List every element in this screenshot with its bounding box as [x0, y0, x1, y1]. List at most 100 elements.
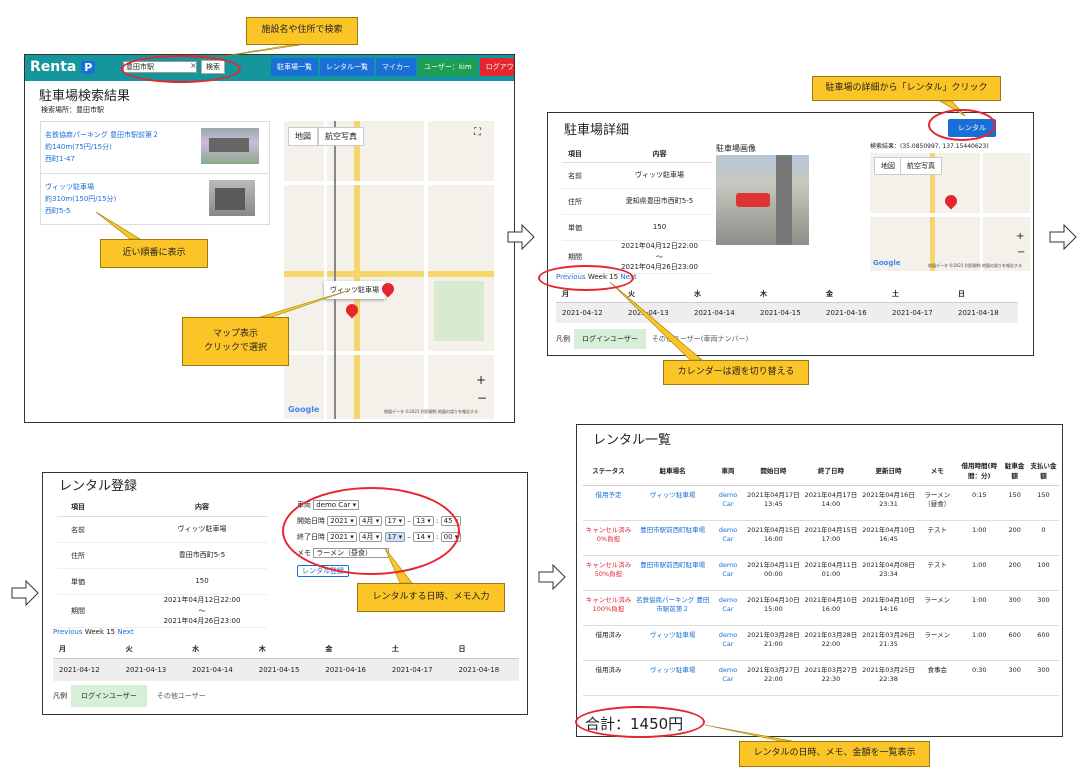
- column-header: 開始日時: [760, 466, 787, 475]
- cell-pay: 150: [1037, 490, 1050, 499]
- cell-time: 1:00: [971, 525, 987, 534]
- nav-button-3[interactable]: ユーザー：kim: [418, 58, 478, 76]
- nav-button-4[interactable]: ログアウト: [479, 58, 514, 76]
- column-header: 支払い金額: [1030, 461, 1057, 480]
- cell-status: キャンセル済み 0%負担: [585, 525, 632, 543]
- result-distance: 約140m(75円/15分): [45, 143, 112, 151]
- search-screen: Renta P 豊田市駅 × 検索 駐車場一覧 レンタル一覧 マイカー ユーザー：ki…: [24, 54, 515, 423]
- map-view[interactable]: 地図 航空写真 ⛶ ヴィッツ駐車場 + − Google 地図データ ©2021…: [284, 121, 494, 419]
- parking-thumbnail: [209, 180, 255, 216]
- app-logo[interactable]: Renta P: [30, 59, 96, 75]
- map-popup[interactable]: ヴィッツ駐車場: [324, 281, 385, 299]
- cell-name[interactable]: 豊田市駅前西町駐車場: [634, 555, 711, 590]
- table-row: キャンセル済み 100%負担 名鉄協商パーキング 豊田市駅前第２ demo Car 2…: [583, 590, 1059, 625]
- cell-status: 借用予定: [595, 490, 622, 499]
- cell-car[interactable]: demo Car: [711, 520, 744, 555]
- cell-time: 1:00: [971, 560, 987, 569]
- map-tab-satellite[interactable]: 航空写真: [900, 157, 942, 175]
- cell-pay: 600: [1037, 630, 1050, 639]
- nav-button-1[interactable]: レンタル一覧: [320, 58, 374, 76]
- zoom-out-icon[interactable]: −: [1017, 247, 1025, 258]
- cell-memo: ラーメン: [924, 595, 951, 604]
- nav-button-0[interactable]: 駐車場一覧: [271, 58, 318, 76]
- map-tab-satellite[interactable]: 航空写真: [318, 127, 364, 146]
- calendar-date-cell[interactable]: 2021-04-14: [688, 309, 754, 317]
- map-tab-map[interactable]: 地図: [288, 127, 318, 146]
- callout-rental-list: レンタルの日時、メモ、金額を一覧表示: [739, 741, 930, 767]
- map-footer: 地図データ ©2021 利用規約 地図の誤りを報告する: [384, 409, 478, 414]
- calendar-date-cell[interactable]: 2021-04-16: [319, 666, 386, 674]
- cell-name[interactable]: ヴィッツ駐車場: [634, 660, 711, 695]
- nav-button-2[interactable]: マイカー: [376, 58, 416, 76]
- calendar-day-header: 月: [59, 644, 66, 653]
- calendar-date-cell[interactable]: 2021-04-18: [452, 666, 519, 674]
- cell-fee: 150: [1008, 490, 1021, 499]
- page-title: レンタル登録: [59, 479, 138, 494]
- table-row: 借用予定 ヴィッツ駐車場 demo Car 2021年04月17日13:45 2021年…: [583, 485, 1059, 520]
- map-view[interactable]: 地図 航空写真 + − Google 地図データ ©2021 利用規約 地図の誤…: [870, 153, 1030, 271]
- map-pin-icon[interactable]: [942, 192, 960, 210]
- calendar-date-cell[interactable]: 2021-04-12: [53, 666, 120, 674]
- cell-end: 2021年04月11日01:00: [804, 560, 858, 578]
- calendar-date-cell[interactable]: 2021-04-18: [952, 309, 1018, 317]
- zoom-in-icon[interactable]: +: [476, 373, 486, 387]
- legend-login: ログインユーザー: [574, 329, 646, 349]
- zoom-in-icon[interactable]: +: [1016, 231, 1024, 242]
- calendar-date-cell[interactable]: 2021-04-16: [820, 309, 886, 317]
- calendar-date-cell[interactable]: 2021-04-12: [556, 309, 622, 317]
- detail-row: 住所 豊田市西町5-5: [57, 543, 267, 569]
- result-name[interactable]: ヴィッツ駐車場: [45, 182, 94, 192]
- cell-car[interactable]: demo Car: [711, 485, 744, 520]
- result-name[interactable]: 名鉄協商パーキング 豊田市駅前第２: [45, 130, 159, 140]
- calendar-date-cell[interactable]: 2021-04-14: [186, 666, 253, 674]
- week-next-link[interactable]: Next: [117, 628, 133, 636]
- detail-key: 住所: [568, 197, 582, 206]
- fullscreen-icon[interactable]: ⛶: [474, 127, 481, 138]
- legend-other: その他ユーザー: [156, 692, 206, 700]
- calendar-date-cell[interactable]: 2021-04-15: [253, 666, 320, 674]
- calendar: 月火水木金土日 2021-04-12 2021-04-13 2021-04-14 20…: [53, 639, 519, 681]
- cell-car[interactable]: demo Car: [711, 590, 744, 625]
- detail-table: 項目 内容 名前 ヴィッツ駐車場 住所 豊田市西町5-5 単価 150 期間 2021年04月…: [57, 497, 267, 628]
- calendar-day-header: 火: [628, 289, 635, 298]
- legend-label: 凡例: [53, 692, 67, 700]
- app-header: Renta P 豊田市駅 × 検索 駐車場一覧 レンタル一覧 マイカー ユーザー：ki…: [25, 55, 514, 81]
- callout-map-text: マップ表示 クリックで選択: [203, 329, 267, 353]
- flow-arrow-icon: [507, 223, 535, 251]
- detail-key: 名前: [71, 525, 85, 534]
- calendar-date-cell[interactable]: 2021-04-13: [120, 666, 187, 674]
- cell-name[interactable]: ヴィッツ駐車場: [634, 625, 711, 660]
- column-header: 駐車金額: [1004, 461, 1025, 480]
- cell-start: 2021年03月27日22:00: [747, 665, 800, 683]
- cell-time: 0:15: [971, 490, 987, 499]
- detail-row: 単価 150: [57, 569, 267, 595]
- zoom-out-icon[interactable]: −: [477, 391, 487, 405]
- calendar-day-header: 土: [892, 289, 899, 298]
- callout-rental-input: レンタルする日時、メモ入力: [357, 583, 505, 612]
- detail-value: 2021年04月12日22:00 〜 2021年04月26日23:00: [621, 242, 698, 271]
- legend: 凡例 ログインユーザー その他ユーザー: [53, 685, 206, 707]
- cell-car[interactable]: demo Car: [711, 625, 744, 660]
- map-tab-map[interactable]: 地図: [874, 157, 902, 175]
- calendar: 月火水木金土日 2021-04-12 2021-04-13 2021-04-14 20…: [556, 285, 1018, 323]
- calendar-date-cell[interactable]: 2021-04-17: [886, 309, 952, 317]
- highlight-rent: [928, 109, 996, 141]
- cell-car[interactable]: demo Car: [711, 555, 744, 590]
- calendar-day-header: 火: [125, 644, 133, 653]
- cell-name[interactable]: ヴィッツ駐車場: [634, 485, 711, 520]
- cell-car[interactable]: demo Car: [711, 660, 744, 695]
- cell-start: 2021年04月11日00:00: [747, 560, 800, 578]
- list-item[interactable]: ヴィッツ駐車場 約310m(150円/15分) 西町5-5: [41, 174, 269, 224]
- calendar-date-cell[interactable]: 2021-04-13: [622, 309, 688, 317]
- cell-pay: 300: [1037, 595, 1050, 604]
- cell-name[interactable]: 豊田市駅前西町駐車場: [634, 520, 711, 555]
- cell-memo: テスト: [927, 560, 947, 569]
- col-content: 内容: [652, 149, 667, 158]
- calendar-date-cell[interactable]: 2021-04-15: [754, 309, 820, 317]
- cell-name[interactable]: 名鉄協商パーキング 豊田市駅前第２: [634, 590, 711, 625]
- detail-table: 項目 内容 名前 ヴィッツ駐車場 住所 愛知県豊田市西町5-5 単価 150 期間 2021年…: [562, 145, 712, 274]
- table-row: 借用済み ヴィッツ駐車場 demo Car 2021年03月28日21:00 2021年…: [583, 625, 1059, 660]
- week-prev-link[interactable]: Previous: [53, 628, 83, 636]
- list-item[interactable]: 名鉄協商パーキング 豊田市駅前第２ 約140m(75円/15分) 西町1-47: [41, 122, 269, 174]
- calendar-date-cell[interactable]: 2021-04-17: [386, 666, 453, 674]
